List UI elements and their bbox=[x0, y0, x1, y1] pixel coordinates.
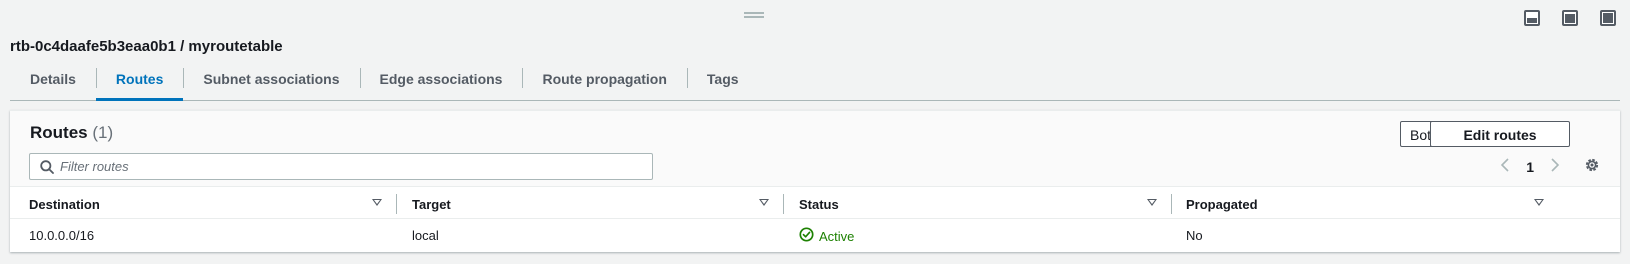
status-label: Active bbox=[819, 228, 855, 244]
routes-header: Routes (1) Both Edit routes 1 bbox=[10, 111, 1620, 187]
tab-route-propagation[interactable]: Route propagation bbox=[522, 64, 686, 100]
routes-container: Routes (1) Both Edit routes 1 bbox=[10, 110, 1620, 252]
cell-propagated: No bbox=[1186, 228, 1203, 243]
cell-target: local bbox=[412, 228, 439, 243]
column-destination[interactable]: Destination bbox=[29, 189, 100, 219]
tab-tags[interactable]: Tags bbox=[686, 64, 759, 100]
column-divider[interactable] bbox=[783, 194, 784, 214]
page-number[interactable]: 1 bbox=[1526, 159, 1534, 175]
table-row: 10.0.0.0/16 local Active No bbox=[10, 221, 1620, 251]
filter-routes-field bbox=[29, 153, 653, 180]
column-target[interactable]: Target bbox=[412, 189, 451, 219]
sort-icon[interactable] bbox=[1147, 199, 1157, 206]
search-input[interactable] bbox=[60, 157, 640, 176]
routes-heading: Routes (1) bbox=[30, 123, 113, 143]
panel-controls bbox=[1524, 10, 1616, 26]
column-divider[interactable] bbox=[1171, 194, 1172, 214]
sort-icon[interactable] bbox=[759, 199, 769, 206]
table-header: Destination Target Status Propagated bbox=[10, 189, 1620, 219]
drag-handle[interactable] bbox=[744, 12, 764, 18]
page-title: rtb-0c4daafe5b3eaa0b1 / myroutetable bbox=[10, 38, 283, 55]
chevron-right-icon[interactable] bbox=[1550, 157, 1560, 176]
panel-bottom-icon[interactable] bbox=[1524, 10, 1540, 26]
gear-icon[interactable] bbox=[1584, 157, 1600, 178]
status-badge: Active bbox=[799, 227, 854, 245]
check-circle-icon bbox=[799, 227, 814, 245]
panel-side-icon[interactable] bbox=[1562, 10, 1578, 26]
routes-count: (1) bbox=[92, 123, 114, 142]
pagination: 1 bbox=[1500, 157, 1560, 176]
column-propagated[interactable]: Propagated bbox=[1186, 189, 1258, 219]
sort-icon[interactable] bbox=[372, 199, 382, 206]
panel-full-icon[interactable] bbox=[1600, 10, 1616, 26]
sort-icon[interactable] bbox=[1534, 199, 1544, 206]
cell-destination: 10.0.0.0/16 bbox=[29, 228, 95, 243]
column-status[interactable]: Status bbox=[799, 189, 839, 219]
search-icon bbox=[40, 160, 54, 179]
tab-subnet-associations[interactable]: Subnet associations bbox=[183, 64, 359, 100]
chevron-left-icon[interactable] bbox=[1500, 157, 1510, 176]
tab-bar: Details Routes Subnet associations Edge … bbox=[10, 64, 1620, 101]
tab-routes[interactable]: Routes bbox=[95, 64, 184, 101]
column-divider[interactable] bbox=[396, 194, 397, 214]
edit-routes-button[interactable]: Edit routes bbox=[1430, 121, 1570, 147]
tab-edge-associations[interactable]: Edge associations bbox=[359, 64, 523, 100]
tab-details[interactable]: Details bbox=[10, 64, 96, 100]
routes-heading-label: Routes bbox=[30, 123, 88, 142]
